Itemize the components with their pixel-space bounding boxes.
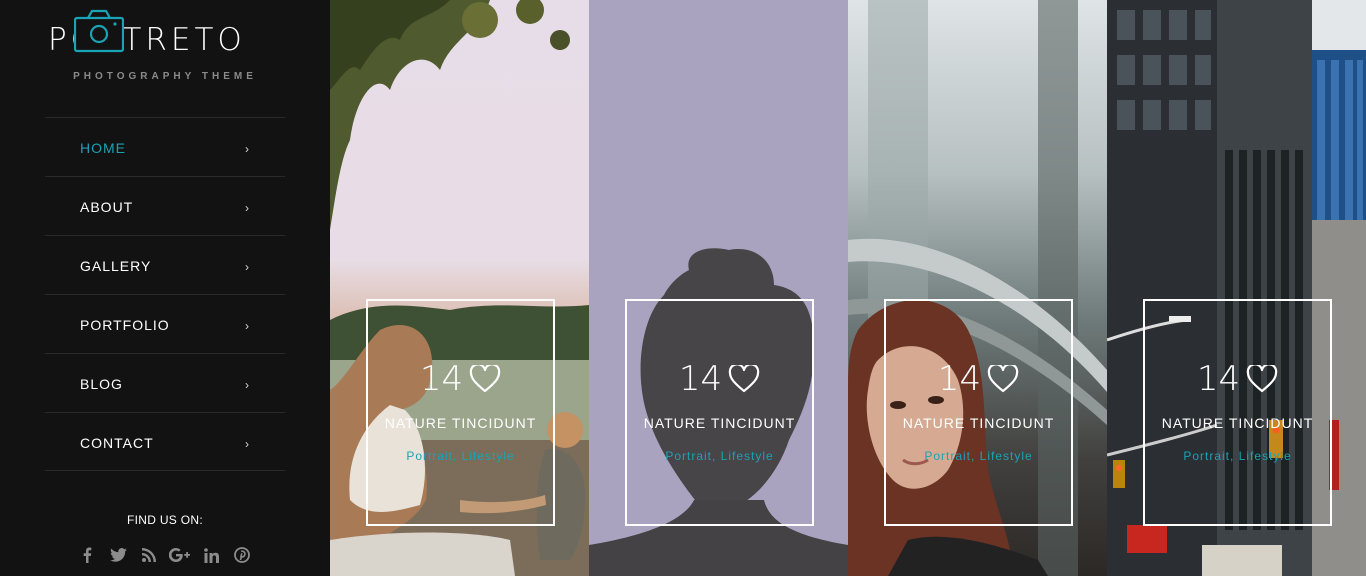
photo-categories[interactable]: Portrait, Lifestyle [368,449,553,463]
heart-icon [987,365,1019,393]
nav-item-gallery[interactable]: GALLERY › [45,235,285,294]
chevron-right-icon: › [245,260,249,274]
photo-caption-box: 14 NATURE TINCIDUNT Portrait, Lifestyle [884,299,1073,526]
gallery-panel[interactable]: 14 NATURE TINCIDUNT Portrait, Lifestyle [589,0,848,576]
facebook-icon[interactable] [76,544,98,566]
photo-categories[interactable]: Portrait, Lifestyle [1145,449,1330,463]
heart-icon [469,365,501,393]
gallery-panel[interactable]: 14 NATURE TINCIDUNT Portrait, Lifestyle [330,0,589,576]
nav-item-home[interactable]: HOME › [45,117,285,176]
nav-label: HOME [80,140,126,156]
like-count: 14 [678,359,723,399]
nav-item-blog[interactable]: BLOG › [45,353,285,412]
like-counter[interactable]: 14 [368,359,553,399]
nav-label: BLOG [80,376,123,392]
like-count: 14 [1196,359,1241,399]
photo-caption-box: 14 NATURE TINCIDUNT Portrait, Lifestyle [366,299,555,526]
like-counter[interactable]: 14 [627,359,812,399]
site-logo[interactable]: PORTRETO [48,8,284,58]
chevron-right-icon: › [245,319,249,333]
photo-caption-box: 14 NATURE TINCIDUNT Portrait, Lifestyle [1143,299,1332,526]
like-count: 14 [937,359,982,399]
chevron-right-icon: › [245,142,249,156]
chevron-right-icon: › [245,437,249,451]
photo-title: NATURE TINCIDUNT [1161,415,1314,431]
main-nav: HOME › ABOUT › GALLERY › PORTFOLIO › BLO… [45,117,285,471]
photo-title: NATURE TINCIDUNT [643,415,796,431]
nav-item-contact[interactable]: CONTACT › [45,412,285,471]
social-links [76,544,262,566]
twitter-icon[interactable] [107,544,129,566]
like-counter[interactable]: 14 [886,359,1071,399]
photo-caption-box: 14 NATURE TINCIDUNT Portrait, Lifestyle [625,299,814,526]
find-us-label: FIND US ON: [127,513,203,527]
like-count: 14 [419,359,464,399]
nav-label: CONTACT [80,435,154,451]
like-counter[interactable]: 14 [1145,359,1330,399]
linkedin-icon[interactable] [200,544,222,566]
photo-title: NATURE TINCIDUNT [902,415,1055,431]
heart-icon [728,365,760,393]
heart-icon [1246,365,1278,393]
google-plus-icon[interactable] [169,544,191,566]
sidebar: PORTRETO PHOTOGRAPHY THEME HOME › ABOUT … [0,0,330,576]
chevron-right-icon: › [245,201,249,215]
photo-categories[interactable]: Portrait, Lifestyle [627,449,812,463]
gallery-panel[interactable]: 14 NATURE TINCIDUNT Portrait, Lifestyle [1107,0,1366,576]
photo-title: NATURE TINCIDUNT [384,415,537,431]
nav-label: GALLERY [80,258,152,274]
chevron-right-icon: › [245,378,249,392]
gallery-panel[interactable]: 14 NATURE TINCIDUNT Portrait, Lifestyle [848,0,1107,576]
camera-icon [74,9,124,53]
nav-label: ABOUT [80,199,134,215]
pinterest-icon[interactable] [231,544,253,566]
nav-item-portfolio[interactable]: PORTFOLIO › [45,294,285,353]
photo-categories[interactable]: Portrait, Lifestyle [886,449,1071,463]
nav-label: PORTFOLIO [80,317,170,333]
rss-icon[interactable] [138,544,160,566]
nav-item-about[interactable]: ABOUT › [45,176,285,235]
site-tagline: PHOTOGRAPHY THEME [73,71,257,82]
